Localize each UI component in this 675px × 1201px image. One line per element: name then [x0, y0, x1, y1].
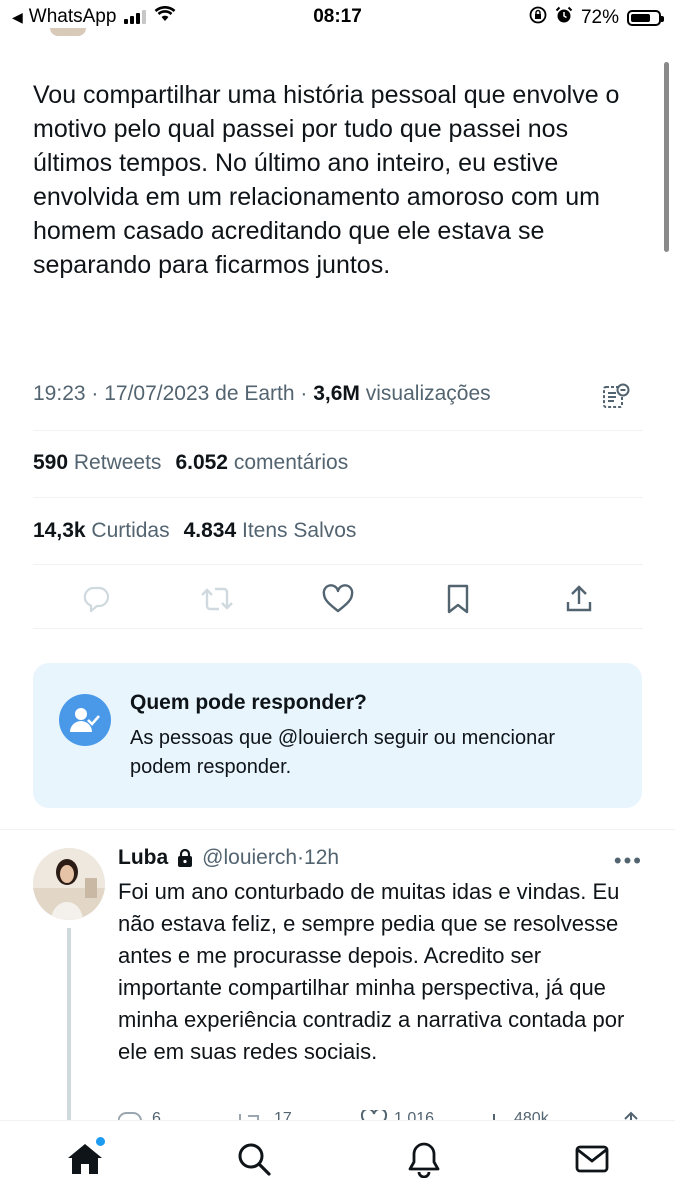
tweet-meta: 19:23 · 17/07/2023 de Earth · 3,6M visua… — [33, 382, 491, 405]
home-notification-dot — [94, 1135, 107, 1148]
reply-restriction-card[interactable]: Quem pode responder? As pessoas que @lou… — [33, 663, 642, 808]
alarm-icon — [555, 6, 573, 30]
nav-messages[interactable] — [568, 1137, 616, 1185]
bookmark-icon — [444, 583, 472, 620]
reply-header: Luba @louierch · 12h — [118, 846, 339, 870]
saves-stat[interactable]: 4.834 Itens Salvos — [184, 519, 357, 542]
reply-author-name[interactable]: Luba — [118, 846, 168, 870]
views-label: visualizações — [365, 382, 491, 405]
divider — [33, 564, 643, 565]
analytics-icon[interactable] — [601, 382, 631, 417]
reply-icon — [81, 584, 111, 619]
notifications-icon — [407, 1140, 441, 1183]
retweets-stat[interactable]: 590 Retweets — [33, 451, 161, 474]
author-avatar-peek — [50, 28, 86, 36]
battery-percent: 72% — [580, 7, 619, 28]
likes-stat[interactable]: 14,3k Curtidas — [33, 519, 170, 542]
reply-time[interactable]: 12h — [304, 846, 339, 870]
screen-lock-icon — [529, 6, 547, 30]
reply-restriction-title: Quem pode responder? — [130, 691, 367, 714]
scrollbar[interactable] — [664, 62, 669, 252]
tweet-timestamp[interactable]: 19:23 · 17/07/2023 de Earth — [33, 382, 295, 405]
retweet-icon — [199, 584, 235, 619]
comments-stat[interactable]: 6.052 comentários — [175, 451, 348, 474]
status-right: 72% — [529, 6, 664, 30]
nav-search[interactable] — [230, 1137, 278, 1185]
bottom-navigation — [0, 1120, 675, 1201]
divider — [33, 497, 643, 498]
tweet-actions — [33, 577, 643, 625]
lock-icon — [176, 848, 194, 868]
nav-notifications[interactable] — [400, 1137, 448, 1185]
share-icon — [564, 583, 594, 620]
reply-button[interactable] — [72, 577, 120, 625]
messages-icon — [574, 1144, 610, 1179]
stats-likes-saves: 14,3k Curtidas 4.834 Itens Salvos — [33, 519, 356, 543]
more-options-icon[interactable]: ••• — [614, 848, 643, 874]
battery-icon — [627, 10, 664, 26]
person-check-icon — [59, 694, 111, 746]
divider — [33, 430, 643, 431]
avatar[interactable] — [33, 848, 105, 920]
retweet-button[interactable] — [193, 577, 241, 625]
divider — [33, 628, 643, 629]
like-icon — [321, 583, 355, 619]
views-count: 3,6M — [313, 382, 360, 405]
reply-author-handle[interactable]: @louierch — [202, 846, 297, 870]
thread-line — [67, 928, 71, 1120]
separator: · — [297, 846, 305, 869]
share-button[interactable] — [555, 577, 603, 625]
divider — [0, 829, 675, 830]
status-bar: ◀ WhatsApp 08:17 72% — [0, 0, 675, 36]
tweet-text: Vou compartilhar uma história pessoal qu… — [33, 81, 620, 279]
search-icon — [236, 1141, 272, 1182]
reply-text: Foi um ano conturbado de muitas idas e v… — [118, 879, 625, 1064]
reply-restriction-body: As pessoas que @louierch seguir ou menci… — [130, 727, 555, 778]
stats-retweets-comments: 590 Retweets 6.052 comentários — [33, 451, 348, 475]
like-button[interactable] — [314, 577, 362, 625]
bookmark-button[interactable] — [434, 577, 482, 625]
